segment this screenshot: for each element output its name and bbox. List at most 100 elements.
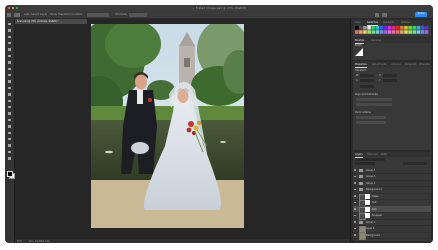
swatch-cell[interactable] <box>355 26 359 30</box>
show-transform-controls[interactable]: Show Transform Controls <box>50 13 82 16</box>
swatch-cell[interactable] <box>404 26 408 30</box>
tool-rectangle-icon[interactable] <box>7 137 12 141</box>
search-icon[interactable] <box>375 12 379 17</box>
zoom-level[interactable]: 25% <box>17 240 22 243</box>
tool-dodge-icon[interactable] <box>7 112 12 116</box>
height-field[interactable] <box>383 74 397 77</box>
layer-filter[interactable] <box>355 158 385 161</box>
layer-mask-thumbnail[interactable] <box>365 213 370 219</box>
tool-type-icon[interactable] <box>7 124 12 128</box>
swatch-cell[interactable] <box>400 30 404 34</box>
width-field[interactable] <box>360 74 374 77</box>
swatch-cell[interactable] <box>387 26 392 30</box>
align-buttons-row-2[interactable] <box>356 103 392 106</box>
quick-action-button[interactable] <box>356 116 386 119</box>
align-buttons-row-1[interactable] <box>356 98 392 101</box>
layer-mask-thumbnail[interactable] <box>365 193 370 199</box>
tool-zoom-icon[interactable] <box>7 150 12 154</box>
quick-action-button-2[interactable] <box>356 121 386 124</box>
3d-mode-buttons[interactable] <box>129 12 147 17</box>
workspace-icon[interactable] <box>382 12 387 17</box>
visibility-eye-icon[interactable] <box>354 188 356 191</box>
visibility-eye-icon[interactable] <box>354 169 356 171</box>
swatch-cell[interactable] <box>416 26 421 30</box>
share-button[interactable]: Share <box>415 12 427 17</box>
swatch-cell[interactable] <box>400 26 404 30</box>
foreground-color-swatch[interactable] <box>6 171 13 177</box>
move-tool-preset-icon[interactable] <box>14 12 20 17</box>
tool-stamp-icon[interactable] <box>7 80 12 84</box>
tab-swatches[interactable]: Swatches <box>367 21 378 26</box>
swatch-cell[interactable] <box>404 30 408 34</box>
tool-blur-icon[interactable] <box>7 105 12 109</box>
tool-more-icon[interactable] <box>7 156 12 160</box>
swatch-cell[interactable] <box>391 30 396 34</box>
tool-healing-icon[interactable] <box>7 67 12 71</box>
visibility-eye-icon[interactable] <box>354 214 356 217</box>
blend-mode-select[interactable] <box>355 162 375 165</box>
tool-history-brush-icon[interactable] <box>7 86 12 90</box>
swatch-cell[interactable] <box>363 30 367 34</box>
minimize-window-icon[interactable] <box>11 6 15 10</box>
swatch-cell[interactable] <box>375 30 380 34</box>
tool-crop-icon[interactable] <box>7 48 12 52</box>
angle-field[interactable] <box>360 85 374 88</box>
close-window-icon[interactable] <box>7 6 11 10</box>
visibility-eye-icon[interactable] <box>354 208 356 210</box>
swatch-cell[interactable] <box>383 30 388 34</box>
swatch-cell[interactable] <box>379 30 384 34</box>
swatch-cell[interactable] <box>355 30 359 34</box>
swatch-cell[interactable] <box>359 26 363 30</box>
swatch-cell[interactable] <box>387 30 392 34</box>
tab-paragraph[interactable]: Paragraph <box>405 63 417 66</box>
tool-gradient-icon[interactable] <box>7 99 12 103</box>
opacity-field[interactable] <box>403 162 427 165</box>
swatch-cell[interactable] <box>420 26 425 30</box>
tab-channels[interactable]: Channels <box>367 153 378 156</box>
swatch-cell[interactable] <box>371 30 375 34</box>
tab-character[interactable]: Character <box>419 63 430 66</box>
y-field[interactable] <box>383 79 397 82</box>
swatch-cell[interactable] <box>367 26 371 30</box>
tab-properties[interactable]: Properties <box>355 63 367 68</box>
tab-adjustments[interactable]: Adjustments <box>372 63 386 66</box>
auto-select-target[interactable]: Layer <box>40 13 47 16</box>
tool-quick-select-icon[interactable] <box>7 41 12 45</box>
swatch-cell[interactable] <box>424 30 429 34</box>
swatch-cell[interactable] <box>379 26 384 30</box>
home-icon[interactable] <box>7 12 11 17</box>
visibility-eye-icon[interactable] <box>354 201 356 204</box>
swatch-cell[interactable] <box>396 26 400 30</box>
swatch-cell[interactable] <box>420 30 425 34</box>
swatch-cell[interactable] <box>408 30 412 34</box>
tab-paths[interactable]: Paths <box>381 153 387 156</box>
tab-brushes[interactable]: Brushes <box>355 39 365 44</box>
zoom-window-icon[interactable] <box>15 6 19 10</box>
brush-preview-icon[interactable] <box>355 48 363 56</box>
visibility-eye-icon[interactable] <box>354 234 356 236</box>
swatch-cell[interactable] <box>375 26 380 30</box>
tool-lasso-icon[interactable] <box>7 35 12 39</box>
swatch-cell[interactable] <box>396 30 400 34</box>
tab-libraries-2[interactable]: Libraries <box>391 63 401 66</box>
tool-pen-icon[interactable] <box>7 118 12 122</box>
swatch-cell[interactable] <box>367 30 371 34</box>
layer-mask-thumbnail[interactable] <box>365 200 370 206</box>
tab-color[interactable]: Color <box>355 21 361 24</box>
swatch-cell[interactable] <box>359 30 363 34</box>
x-field[interactable] <box>360 79 374 82</box>
tool-path-select-icon[interactable] <box>7 131 12 135</box>
swatch-cell[interactable] <box>391 26 396 30</box>
align-buttons[interactable] <box>87 12 109 17</box>
layer-row[interactable]: Background <box>353 232 431 240</box>
tool-move-icon[interactable] <box>7 22 12 26</box>
swatch-cell[interactable] <box>412 26 416 30</box>
tab-layers[interactable]: Layers <box>355 153 363 158</box>
visibility-eye-icon[interactable] <box>354 175 356 178</box>
swatch-cell[interactable] <box>408 26 412 30</box>
tool-marquee-icon[interactable] <box>7 28 12 32</box>
layer-mask-thumbnail[interactable] <box>365 206 370 212</box>
swatch-grid[interactable] <box>355 26 429 35</box>
tool-frame-icon[interactable] <box>7 54 12 58</box>
tab-patterns[interactable]: Patterns <box>401 21 410 24</box>
